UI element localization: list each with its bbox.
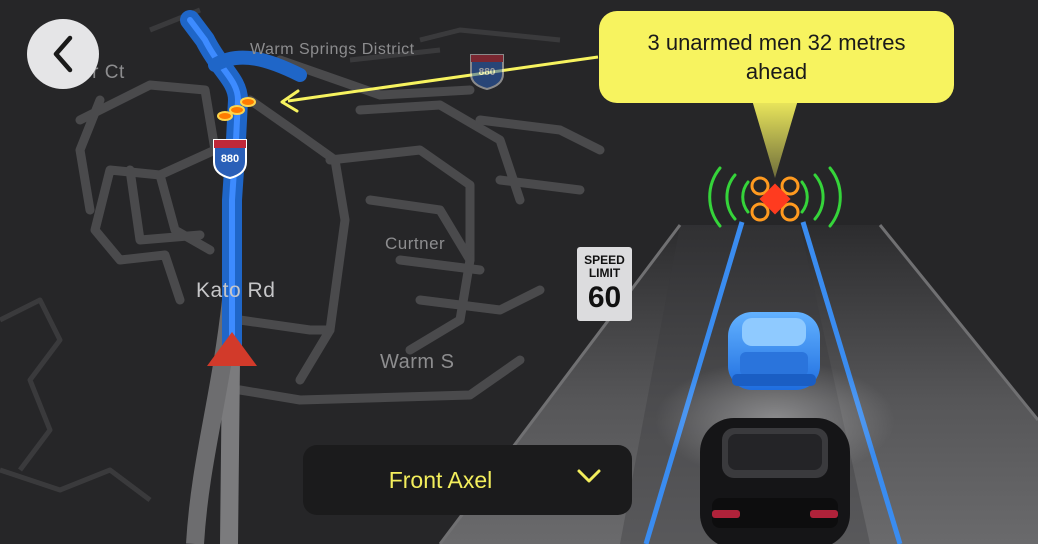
highway-shield-icon: 880 [213,139,247,180]
map-label-curtner: Curtner [385,234,446,253]
map-label-kato-rd: Kato Rd [196,279,276,302]
ego-vehicle [700,418,850,544]
speed-limit-label-line2: LIMIT [588,266,621,280]
highway-shield-label: 880 [221,153,239,165]
map-label-warm-springs-district: Warm Springs District [250,41,415,58]
navigation-screen: 880 880 Warm Springs District ber Ct Kat… [0,0,1038,544]
speed-limit-sign: SPEED LIMIT 60 [577,247,632,321]
axle-select-dropdown[interactable]: Front Axel [303,445,632,515]
alert-callout: 3 unarmed men 32 metres ahead [599,11,954,103]
highway-shield-label: 880 [479,67,496,78]
back-button[interactable] [27,19,99,89]
axle-select-value: Front Axel [388,466,493,493]
lead-vehicle [728,312,820,390]
alert-message: 3 unarmed men 32 metres ahead [647,30,906,84]
highway-shield-icon: 880 [470,54,504,91]
chevron-left-icon [53,35,73,73]
chevron-down-icon [577,469,601,483]
speed-limit-value: 60 [587,281,622,314]
map-label-warm-s: Warm S [380,351,455,373]
